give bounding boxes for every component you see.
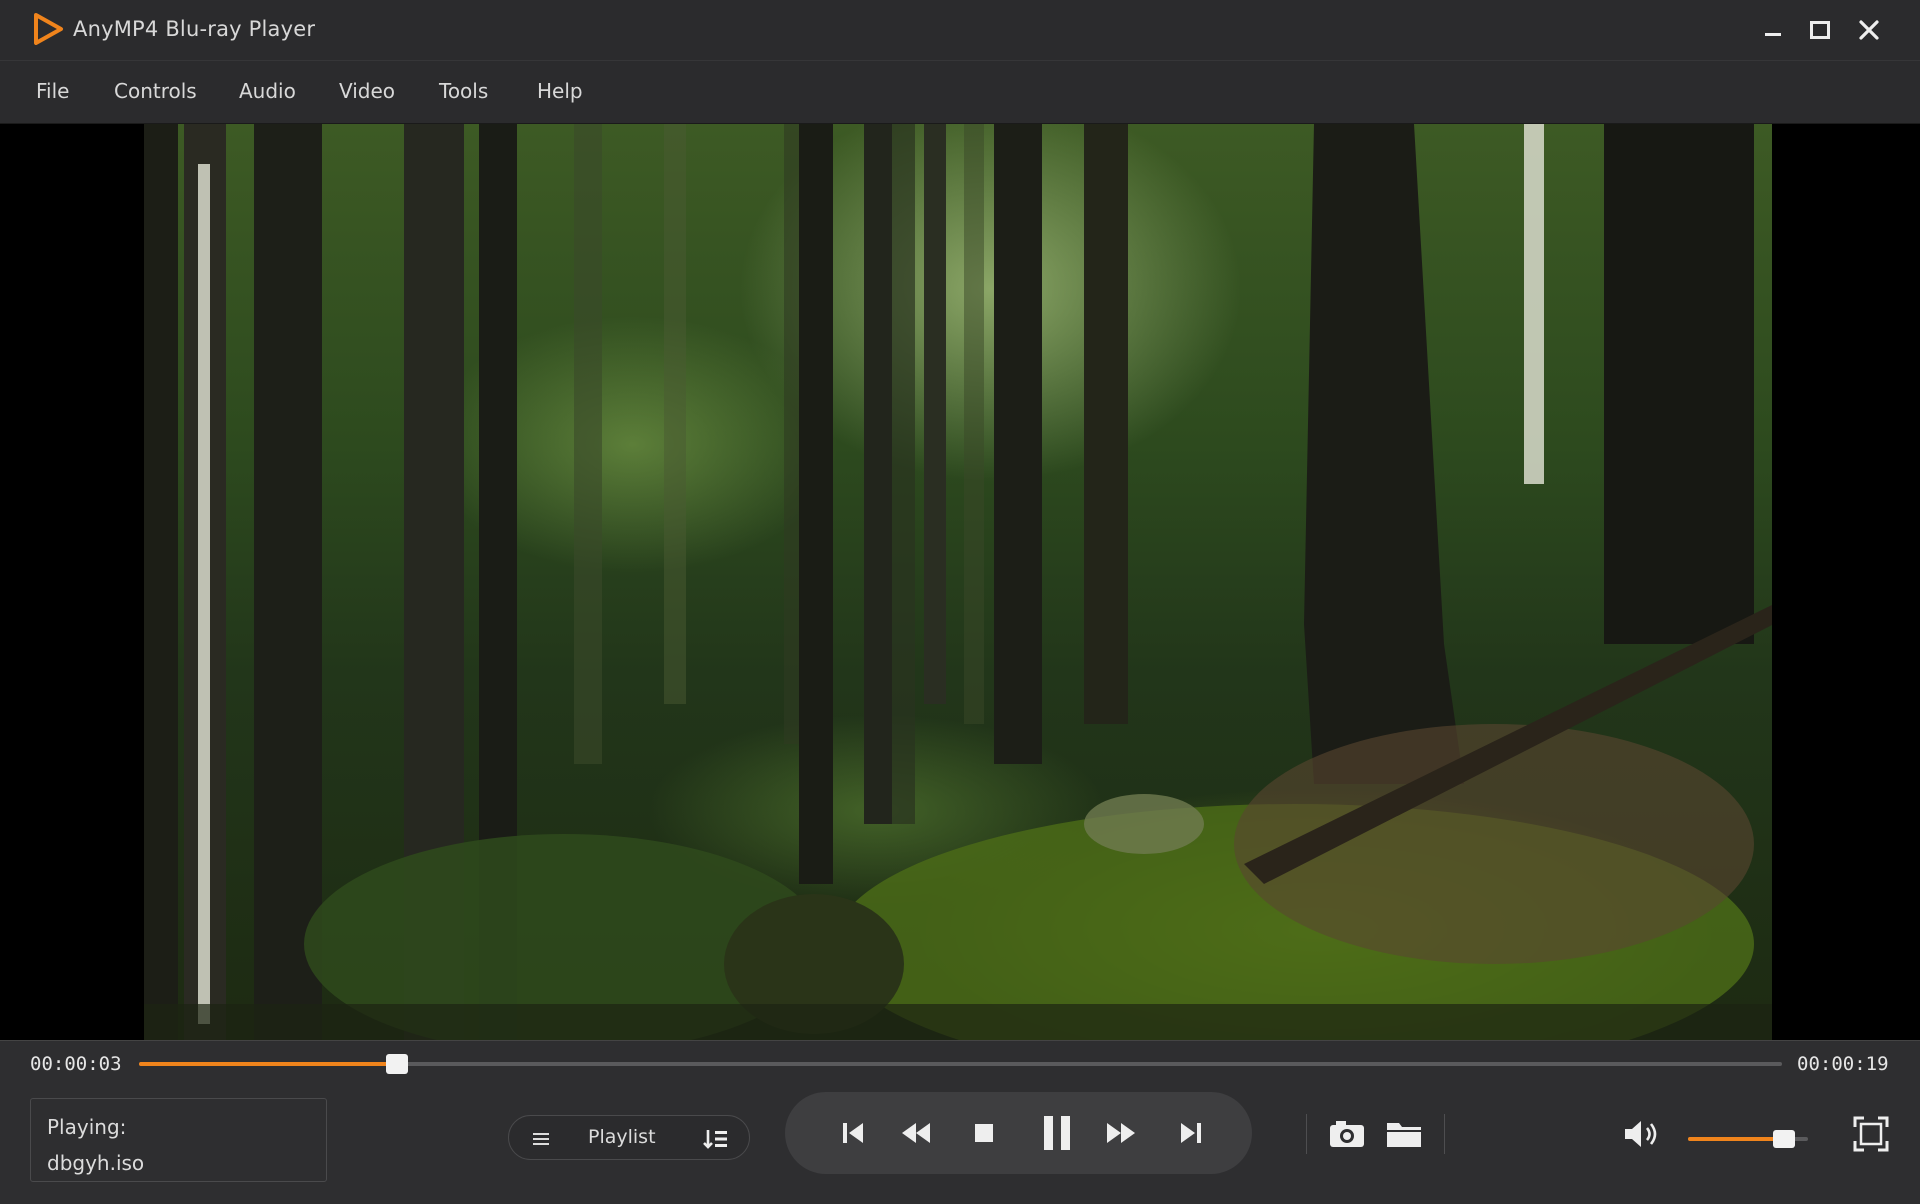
total-time: 00:00:19 [1797,1053,1889,1075]
progress-handle[interactable] [385,1054,408,1074]
minimize-button[interactable] [1753,10,1793,50]
snapshot-camera-icon [1330,1121,1364,1147]
fullscreen-icon [1853,1116,1889,1152]
video-display[interactable] [0,124,1920,1040]
playlist-button[interactable]: Playlist [508,1115,750,1160]
volume-handle[interactable] [1773,1130,1795,1148]
volume-icon [1625,1121,1657,1147]
progress-fill [139,1062,397,1066]
skip-previous-icon [843,1123,863,1143]
open-folder-icon [1387,1123,1421,1147]
menu-file[interactable]: File [36,79,69,103]
now-playing-file: dbgyh.iso [47,1151,145,1175]
rewind-icon [902,1123,930,1143]
video-frame-forest [144,124,1772,1040]
menu-tools[interactable]: Tools [439,79,488,103]
rewind-button[interactable] [895,1112,937,1154]
menu-help[interactable]: Help [537,79,583,103]
separator [1444,1114,1445,1154]
minimize-icon [1765,33,1781,36]
pause-button[interactable] [1036,1112,1078,1154]
current-time: 00:00:03 [30,1053,122,1075]
maximize-icon [1810,21,1830,39]
volume-fill [1688,1137,1784,1141]
now-playing-panel: Playing: dbgyh.iso [30,1098,327,1182]
window-title: AnyMP4 Blu-ray Player [73,17,316,41]
open-folder-button[interactable] [1382,1113,1426,1155]
pause-icon [1044,1116,1070,1150]
playlist-sort-icon [703,1130,727,1149]
close-icon [1859,20,1879,40]
playlist-label: Playlist [588,1126,656,1148]
menu-audio[interactable]: Audio [239,79,296,103]
now-playing-label: Playing: [47,1115,127,1139]
title-bar: AnyMP4 Blu-ray Player [0,0,1920,60]
close-button[interactable] [1849,10,1889,50]
snapshot-button[interactable] [1325,1113,1369,1155]
separator [1306,1114,1307,1154]
menu-video[interactable]: Video [339,79,395,103]
menu-bar: File Controls Audio Video Tools Help [0,60,1920,124]
fullscreen-button[interactable] [1849,1113,1893,1155]
next-button[interactable] [1170,1112,1212,1154]
stop-icon [975,1124,993,1142]
skip-next-icon [1181,1123,1201,1143]
menu-controls[interactable]: Controls [114,79,197,103]
previous-button[interactable] [832,1112,874,1154]
volume-button[interactable] [1620,1113,1664,1155]
fast-forward-button[interactable] [1100,1112,1142,1154]
playlist-menu-icon [533,1133,549,1145]
stop-button[interactable] [963,1112,1005,1154]
fast-forward-icon [1107,1123,1135,1143]
app-logo-icon [34,13,63,45]
maximize-button[interactable] [1800,10,1840,50]
